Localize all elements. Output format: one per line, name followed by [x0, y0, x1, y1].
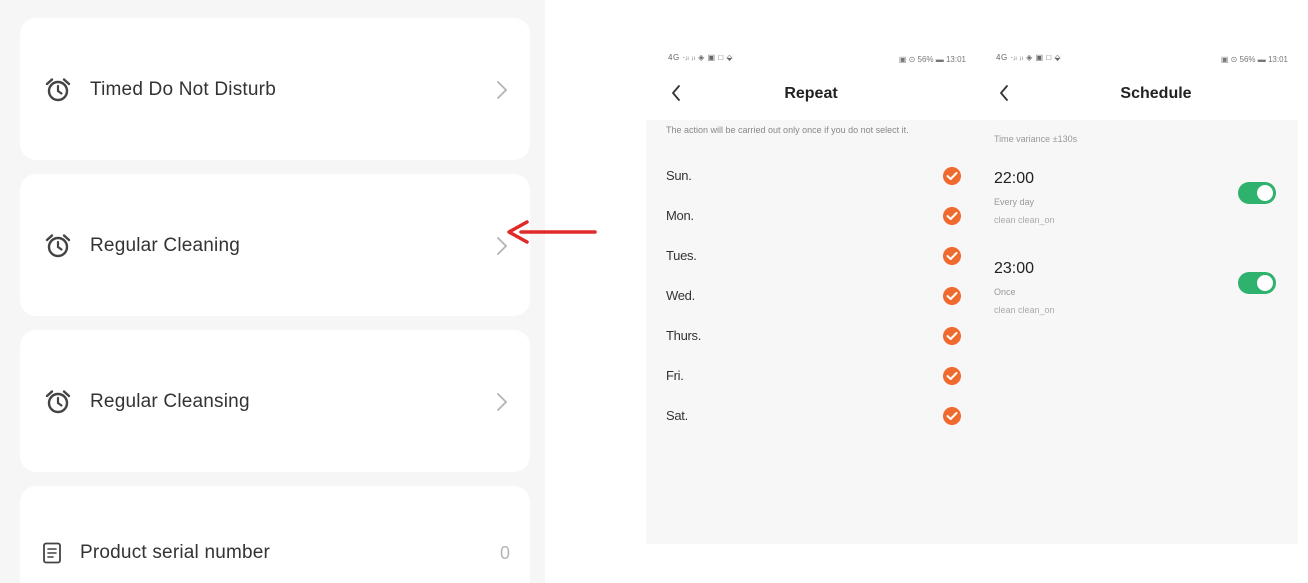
day-label: Wed.: [666, 288, 695, 303]
checkmark-icon: [943, 207, 961, 225]
time-variance-note: Time variance ±130s: [994, 134, 1078, 144]
settings-item-timed-do-not-disturb[interactable]: Timed Do Not Disturb: [20, 18, 530, 160]
schedule-item[interactable]: 22:00 Every day clean clean_on: [974, 170, 1298, 250]
day-option-fri[interactable]: Fri.: [646, 364, 976, 390]
alarm-clock-icon: [45, 78, 71, 102]
schedule-mode: clean clean_on: [994, 215, 1055, 225]
settings-item-label: Regular Cleansing: [90, 391, 250, 412]
schedule-time: 23:00: [994, 260, 1035, 277]
schedule-item[interactable]: 23:00 Once clean clean_on: [974, 260, 1298, 340]
document-icon: [43, 542, 61, 564]
settings-item-product-serial-number[interactable]: Product serial number 0: [20, 486, 530, 583]
red-arrow-annotation: [507, 220, 597, 244]
schedule-mode: clean clean_on: [994, 305, 1055, 315]
settings-item-label: Timed Do Not Disturb: [90, 79, 276, 100]
status-bar-right: ▣ ⊙ 56% ▬ 13:01: [898, 55, 966, 64]
day-label: Fri.: [666, 368, 684, 383]
schedule-screen: 4G ·ᵢₗ ᵢₗ ◈ ▣ □ ⬙ ▣ ⊙ 56% ▬ 13:01 Schedu…: [974, 44, 1298, 544]
alarm-clock-icon: [45, 234, 71, 258]
checkmark-icon: [943, 367, 961, 385]
day-option-mon[interactable]: Mon.: [646, 204, 976, 230]
repeat-note: The action will be carried out only once…: [666, 125, 909, 135]
schedule-toggle[interactable]: [1238, 182, 1276, 204]
day-option-wed[interactable]: Wed.: [646, 284, 976, 310]
schedule-repeat: Every day: [994, 197, 1035, 207]
repeat-screen: 4G ·ᵢₗ ᵢₗ ◈ ▣ □ ⬙ ▣ ⊙ 56% ▬ 13:01 Repeat…: [646, 44, 976, 544]
settings-item-regular-cleaning[interactable]: Regular Cleaning: [20, 174, 530, 316]
chevron-right-icon: [497, 393, 508, 411]
day-label: Thurs.: [666, 328, 702, 343]
day-label: Tues.: [666, 248, 697, 263]
day-option-tues[interactable]: Tues.: [646, 244, 976, 270]
checkmark-icon: [943, 407, 961, 425]
day-label: Sun.: [666, 168, 692, 183]
toggle-knob: [1257, 185, 1273, 201]
checkmark-icon: [943, 167, 961, 185]
status-bar-right: ▣ ⊙ 56% ▬ 13:01: [1220, 55, 1288, 64]
chevron-right-icon: [497, 81, 508, 99]
serial-number-value: 0: [500, 542, 511, 563]
checkmark-icon: [943, 247, 961, 265]
screenshot-composite: Timed Do Not Disturb Regular Cleaning Re…: [0, 0, 1308, 583]
alarm-clock-icon: [45, 390, 71, 414]
day-option-sat[interactable]: Sat.: [646, 404, 976, 430]
day-label: Mon.: [666, 208, 694, 223]
schedule-time: 22:00: [994, 170, 1035, 187]
schedule-repeat: Once: [994, 287, 1016, 297]
settings-item-label: Product serial number: [80, 542, 271, 563]
day-option-sun[interactable]: Sun.: [646, 164, 976, 190]
checkmark-icon: [943, 287, 961, 305]
status-bar-left: 4G ·ᵢₗ ᵢₗ ◈ ▣ □ ⬙: [668, 53, 734, 62]
toggle-knob: [1257, 275, 1273, 291]
checkmark-icon: [943, 327, 961, 345]
day-label: Sat.: [666, 408, 688, 423]
back-arrow-icon[interactable]: [998, 84, 1010, 102]
settings-item-regular-cleansing[interactable]: Regular Cleansing: [20, 330, 530, 472]
page-title: Schedule: [1120, 85, 1192, 102]
schedule-toggle[interactable]: [1238, 272, 1276, 294]
day-option-thurs[interactable]: Thurs.: [646, 324, 976, 350]
settings-item-label: Regular Cleaning: [90, 235, 241, 256]
page-title: Repeat: [784, 85, 838, 102]
status-bar-left: 4G ·ᵢₗ ᵢₗ ◈ ▣ □ ⬙: [996, 53, 1062, 62]
settings-list-panel: Timed Do Not Disturb Regular Cleaning Re…: [0, 0, 545, 583]
